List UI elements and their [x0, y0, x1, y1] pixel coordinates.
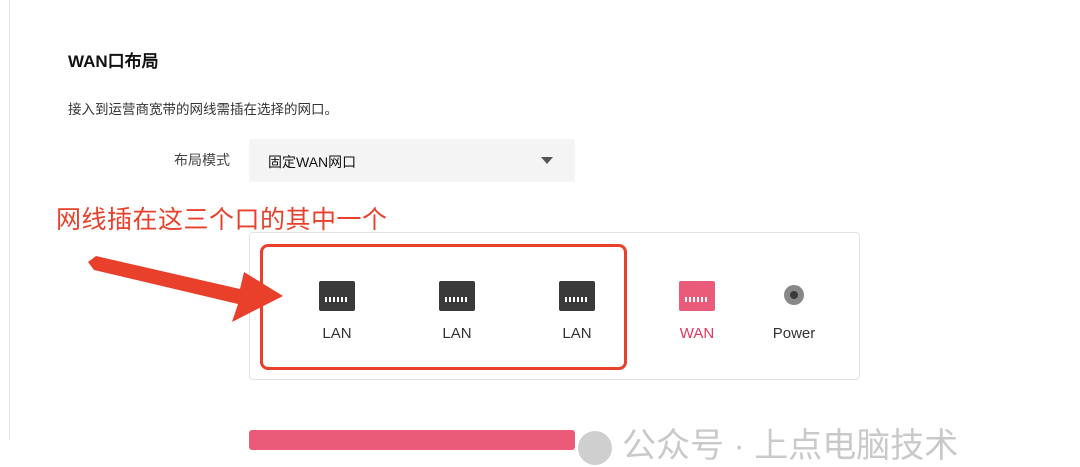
annotation-arrow-icon — [88, 256, 283, 322]
watermark-text: 公众号 · 上点电脑技术 — [622, 427, 959, 465]
watermark: 公众号 · 上点电脑技术 — [578, 418, 958, 467]
wechat-icon — [578, 431, 612, 466]
submit-button[interactable] — [249, 430, 575, 450]
